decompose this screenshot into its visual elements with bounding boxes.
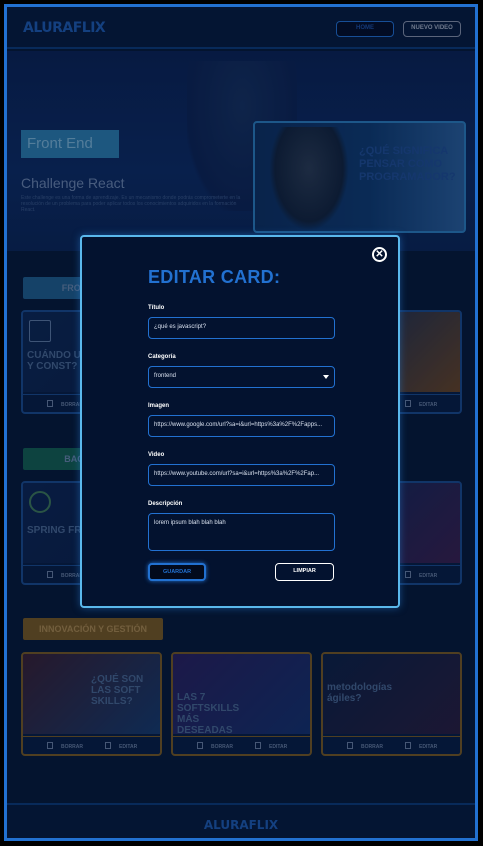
- clear-button[interactable]: LIMPIAR: [275, 563, 334, 581]
- title-label: Título: [148, 305, 165, 311]
- chevron-down-icon: [323, 375, 329, 379]
- category-label: Categoría: [148, 354, 176, 360]
- description-label: Descripción: [148, 501, 183, 507]
- edit-card-modal: ✕ EDITAR CARD: Título ¿qué es javascript…: [80, 235, 400, 608]
- image-url-input[interactable]: https://www.google.com/url?sa=i&url=http…: [148, 415, 335, 437]
- category-select[interactable]: frontend: [148, 366, 335, 388]
- title-input[interactable]: ¿qué es javascript?: [148, 317, 335, 339]
- modal-title: EDITAR CARD:: [148, 267, 281, 287]
- save-button[interactable]: GUARDAR: [148, 563, 206, 581]
- video-label: Video: [148, 452, 165, 458]
- image-label: Imagen: [148, 403, 170, 409]
- category-value: frontend: [154, 373, 177, 379]
- video-url-input[interactable]: https://www.youtube.com/url?sa=i&url=htt…: [148, 464, 335, 486]
- description-textarea[interactable]: lorem ipsum blah blah blah: [148, 513, 335, 551]
- close-icon[interactable]: ✕: [372, 247, 387, 262]
